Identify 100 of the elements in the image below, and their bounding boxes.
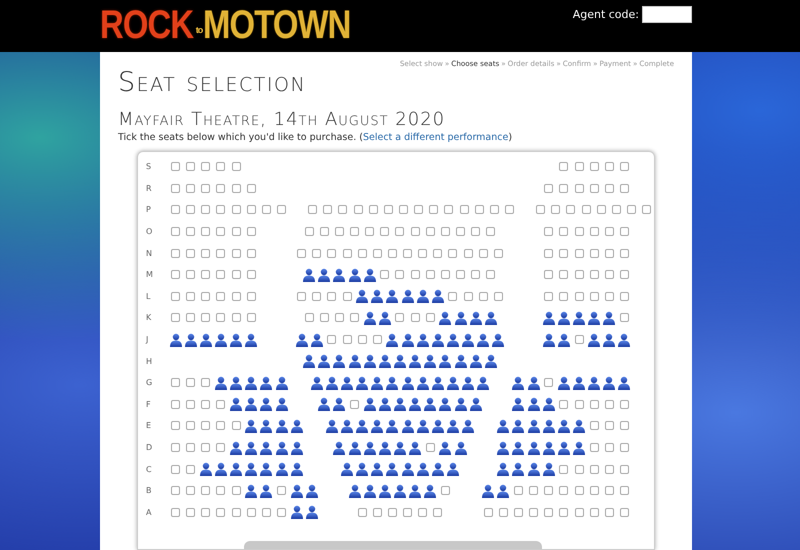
seat-checkbox[interactable] [372,248,382,258]
seat-checkbox[interactable] [171,464,180,474]
seat-checkbox[interactable] [551,205,560,214]
seat-checkbox[interactable] [620,162,629,172]
seat-checkbox[interactable] [414,205,424,214]
seat-checkbox[interactable] [171,486,180,496]
seat-checkbox[interactable] [358,508,367,517]
seat-checkbox[interactable] [590,292,599,301]
seat-checkbox[interactable] [201,508,210,517]
seat-checkbox[interactable] [232,162,241,172]
seat-checkbox[interactable] [620,464,629,474]
seat-checkbox[interactable] [308,205,318,214]
seat-checkbox[interactable] [620,508,629,517]
agent-code-field[interactable] [642,6,692,23]
seat-checkbox[interactable] [627,205,636,214]
seat-checkbox[interactable] [246,227,256,236]
seat-checkbox[interactable] [426,443,435,452]
seat-checkbox[interactable] [574,227,584,236]
seat-checkbox[interactable] [342,335,352,344]
seat-checkbox[interactable] [590,400,599,409]
seat-checkbox[interactable] [574,464,584,474]
seat-checkbox[interactable] [642,205,652,214]
seat-checkbox[interactable] [327,335,336,344]
seat-checkbox[interactable] [186,205,196,214]
seat-checkbox[interactable] [590,227,599,236]
seat-checkbox[interactable] [201,378,210,388]
seat-checkbox[interactable] [380,227,390,236]
seat-checkbox[interactable] [395,270,404,280]
seat-checkbox[interactable] [478,248,488,258]
seat-checkbox[interactable] [171,227,180,236]
seat-checkbox[interactable] [232,248,241,258]
seat-checkbox[interactable] [320,227,329,236]
seat-checkbox[interactable] [246,313,256,322]
seat-checkbox[interactable] [620,248,629,258]
seat-checkbox[interactable] [216,313,226,322]
seat-checkbox[interactable] [186,400,196,409]
seat-checkbox[interactable] [277,486,286,496]
seat-checkbox[interactable] [590,486,599,496]
seat-checkbox[interactable] [399,205,408,214]
seat-checkbox[interactable] [216,162,226,172]
seat-checkbox[interactable] [232,205,241,214]
seat-checkbox[interactable] [471,227,480,236]
seat-checkbox[interactable] [559,227,568,236]
seat-checkbox[interactable] [590,162,599,172]
seat-checkbox[interactable] [186,378,196,388]
seat-checkbox[interactable] [186,292,196,301]
seat-checkbox[interactable] [529,508,538,517]
seat-checkbox[interactable] [171,421,180,430]
seat-checkbox[interactable] [604,508,614,517]
seat-checkbox[interactable] [368,205,378,214]
seat-checkbox[interactable] [216,443,226,452]
seat-checkbox[interactable] [590,421,599,430]
seat-checkbox[interactable] [620,421,629,430]
seat-checkbox[interactable] [544,227,554,236]
seat-checkbox[interactable] [433,508,442,517]
seat-checkbox[interactable] [559,162,568,172]
seat-checkbox[interactable] [514,508,523,517]
seat-checkbox[interactable] [246,205,256,214]
seat-checkbox[interactable] [590,270,599,280]
seat-checkbox[interactable] [380,270,390,280]
seat-checkbox[interactable] [596,205,606,214]
seat-checkbox[interactable] [365,227,374,236]
seat-checkbox[interactable] [590,248,599,258]
seat-checkbox[interactable] [334,227,344,236]
seat-checkbox[interactable] [474,205,484,214]
seat-checkbox[interactable] [232,227,241,236]
seat-checkbox[interactable] [186,313,196,322]
seat-checkbox[interactable] [494,248,503,258]
seat-checkbox[interactable] [410,270,420,280]
seat-checkbox[interactable] [440,270,450,280]
seat-checkbox[interactable] [186,162,196,172]
seat-checkbox[interactable] [201,292,210,301]
seat-checkbox[interactable] [171,270,180,280]
seat-checkbox[interactable] [559,508,568,517]
seat-checkbox[interactable] [426,270,435,280]
seat-checkbox[interactable] [604,248,614,258]
seat-checkbox[interactable] [536,205,546,214]
seat-checkbox[interactable] [216,184,226,193]
seat-checkbox[interactable] [433,248,442,258]
seat-checkbox[interactable] [216,400,226,409]
seat-checkbox[interactable] [216,292,226,301]
seat-checkbox[interactable] [186,443,196,452]
seat-checkbox[interactable] [216,486,226,496]
seat-checkbox[interactable] [612,205,621,214]
seat-checkbox[interactable] [201,400,210,409]
seat-checkbox[interactable] [604,184,614,193]
seat-checkbox[interactable] [186,270,196,280]
seat-checkbox[interactable] [216,205,226,214]
seat-checkbox[interactable] [429,205,438,214]
seat-checkbox[interactable] [410,227,420,236]
seat-checkbox[interactable] [186,227,196,236]
seat-checkbox[interactable] [262,508,271,517]
seat-checkbox[interactable] [582,205,591,214]
seat-checkbox[interactable] [426,227,435,236]
seat-checkbox[interactable] [604,421,614,430]
seat-checkbox[interactable] [232,270,241,280]
seat-checkbox[interactable] [418,248,428,258]
seat-checkbox[interactable] [559,486,568,496]
seat-checkbox[interactable] [403,508,412,517]
seat-checkbox[interactable] [574,270,584,280]
